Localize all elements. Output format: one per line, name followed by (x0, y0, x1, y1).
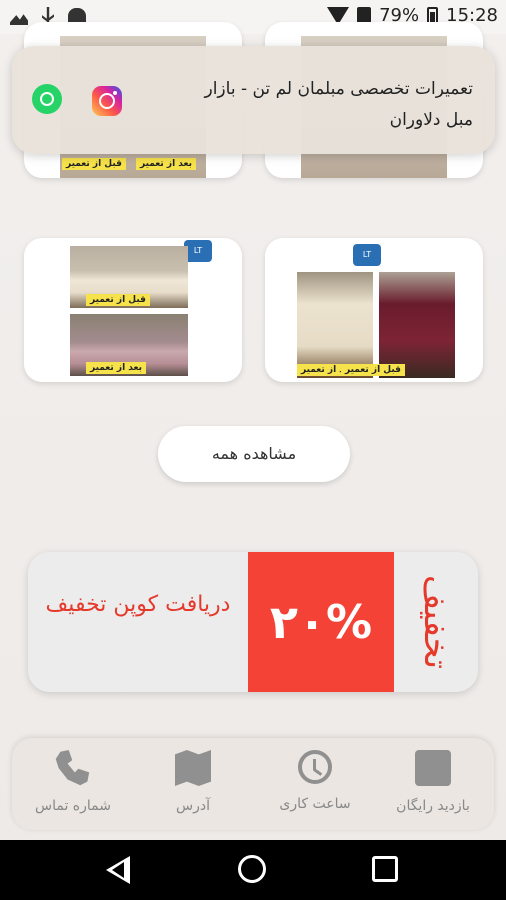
bottom-action-bar: شماره تماس آدرس ساعت کاری بازدید رایگان (12, 738, 494, 830)
gallery-card-armchair[interactable]: LT بعد از تعمیر قبل از تعمیر (265, 238, 483, 382)
system-navigation-bar (0, 840, 506, 900)
clock-icon (298, 750, 332, 784)
chair-after-photo (379, 272, 455, 378)
image-notification-icon (10, 7, 28, 25)
before-label: قبل از تعمیر (62, 158, 126, 170)
recent-apps-icon[interactable] (372, 856, 398, 882)
gallery-card-sofa[interactable]: LT قبل از تعمیر بعد از تعمیر (24, 238, 242, 382)
before-label: قبل از تعمیر (86, 294, 150, 306)
nav-item-call[interactable]: شماره تماس (18, 746, 128, 826)
banner-title: تعمیرات تخصصی مبلمان لم تن - بازار مبل د… (204, 79, 474, 130)
coupon-percent: ۲۰% (248, 552, 394, 692)
see-all-button[interactable]: مشاهده همه (158, 426, 350, 482)
coupon-text: دریافت کوپن تخفیف (45, 592, 231, 617)
chair-before-photo (297, 272, 373, 378)
before-label: قبل از تعمیر (341, 364, 405, 376)
back-icon[interactable] (106, 856, 130, 884)
whatsapp-icon[interactable] (32, 84, 62, 114)
map-icon (175, 750, 211, 786)
nav-label-call: شماره تماس (35, 798, 111, 814)
brand-logo: LT (353, 244, 381, 266)
phone-icon (55, 750, 90, 786)
calendar-icon (415, 750, 451, 786)
nav-label-address: آدرس (176, 798, 210, 814)
nav-item-free-visit[interactable]: بازدید رایگان (378, 746, 488, 826)
brand-logo: LT (184, 240, 212, 262)
coupon-label-panel: تخفیف (394, 552, 478, 692)
nav-item-hours[interactable]: ساعت کاری (260, 746, 370, 826)
nav-label-hours: ساعت کاری (279, 796, 351, 812)
instagram-icon[interactable] (92, 86, 122, 116)
header-banner: تعمیرات تخصصی مبلمان لم تن - بازار مبل د… (12, 46, 495, 154)
nav-item-address[interactable]: آدرس (138, 746, 248, 826)
discount-coupon-card[interactable]: دریافت کوپن تخفیف ۲۰% تخفیف (28, 552, 478, 692)
home-icon[interactable] (238, 855, 266, 883)
coupon-text-panel: دریافت کوپن تخفیف (28, 552, 248, 692)
after-label: بعد از تعمیر (86, 362, 146, 374)
nav-label-free-visit: بازدید رایگان (396, 798, 470, 814)
coupon-vertical-label: تخفیف (416, 574, 456, 670)
after-label: بعد از تعمیر (136, 158, 196, 170)
